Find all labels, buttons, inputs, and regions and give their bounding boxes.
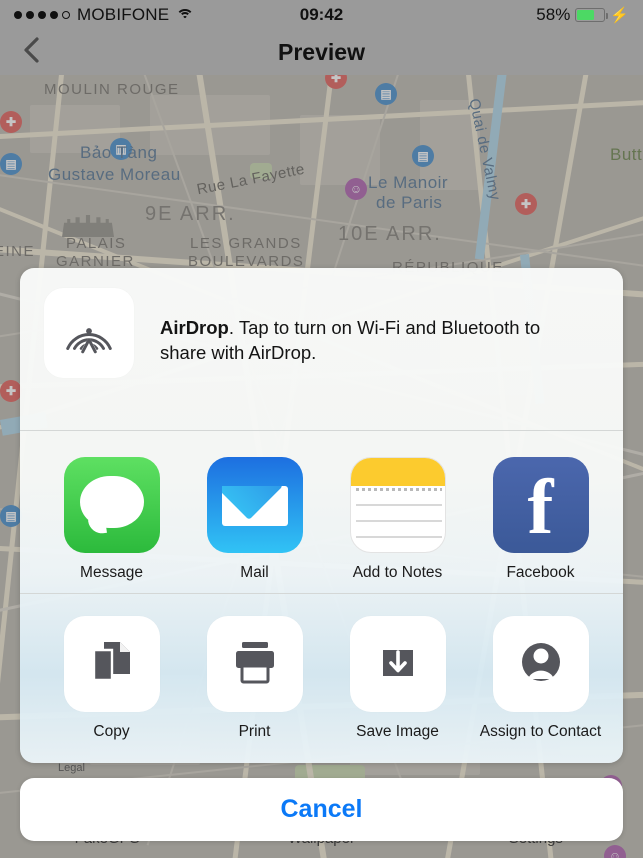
messages-app-icon	[63, 457, 160, 553]
chevron-left-icon	[21, 36, 41, 69]
status-bar-time: 09:42	[299, 5, 344, 24]
share-target-message[interactable]: Message	[40, 457, 183, 582]
facebook-app-icon: f	[492, 457, 589, 553]
action-print[interactable]: Print	[183, 616, 326, 741]
save-image-icon	[372, 636, 424, 693]
share-target-mail[interactable]: Mail	[183, 457, 326, 582]
printer-icon	[229, 636, 281, 693]
action-copy[interactable]: Copy	[40, 616, 183, 741]
battery-icon	[575, 8, 609, 22]
share-target-notes[interactable]: Add to Notes	[326, 457, 469, 582]
signal-strength-dots	[14, 11, 70, 19]
airdrop-icon[interactable]	[44, 288, 134, 378]
action-assign-to-contact[interactable]: Assign to Contact	[469, 616, 612, 741]
copy-icon-wrapper	[63, 616, 160, 712]
action-label: Copy	[93, 723, 130, 740]
battery-percentage: 58%	[536, 5, 571, 24]
action-label: Assign to Contact	[479, 723, 602, 740]
navigation-bar: Preview	[0, 30, 643, 75]
contact-person-icon	[515, 636, 567, 693]
printer-icon-wrapper	[206, 616, 303, 712]
contact-person-icon-wrapper	[492, 616, 589, 712]
wifi-icon	[176, 8, 195, 22]
action-label: Save Image	[356, 723, 439, 740]
share-target-partial[interactable]: Sa	[612, 457, 623, 582]
share-sheet: AirDrop. Tap to turn on Wi-Fi and Blueto…	[20, 268, 623, 763]
share-app-row[interactable]: Message Mail Add to Notes f Facebook	[20, 431, 623, 593]
status-bar: MOBIFONE 09:42 58% ⚡	[0, 0, 643, 30]
notes-app-icon	[349, 457, 446, 553]
cancel-button-label: Cancel	[280, 795, 363, 823]
copy-icon	[86, 636, 138, 693]
mail-app-icon	[206, 457, 303, 553]
back-button[interactable]	[14, 36, 48, 70]
airdrop-title: AirDrop	[160, 317, 229, 338]
carrier-name: MOBIFONE	[77, 5, 170, 24]
page-title: Preview	[278, 39, 365, 65]
airdrop-section[interactable]: AirDrop. Tap to turn on Wi-Fi and Blueto…	[20, 268, 623, 430]
cancel-button[interactable]: Cancel	[20, 778, 623, 841]
action-save-image[interactable]: Save Image	[326, 616, 469, 741]
share-action-row[interactable]: Copy Print Save Image Assign to Contact	[20, 594, 623, 762]
share-target-facebook[interactable]: f Facebook	[469, 457, 612, 582]
share-target-label: Message	[80, 564, 143, 581]
map-legal-label[interactable]: Legal	[58, 762, 85, 774]
action-icloud[interactable]: iC	[612, 616, 623, 741]
share-target-label: Add to Notes	[352, 564, 443, 581]
lightning-bolt-icon: ⚡	[610, 6, 630, 24]
save-image-icon-wrapper	[349, 616, 446, 712]
share-target-label: Mail	[240, 564, 269, 581]
airdrop-description: AirDrop. Tap to turn on Wi-Fi and Blueto…	[160, 316, 580, 365]
action-label: Print	[238, 723, 271, 740]
share-target-label: Facebook	[506, 564, 575, 581]
